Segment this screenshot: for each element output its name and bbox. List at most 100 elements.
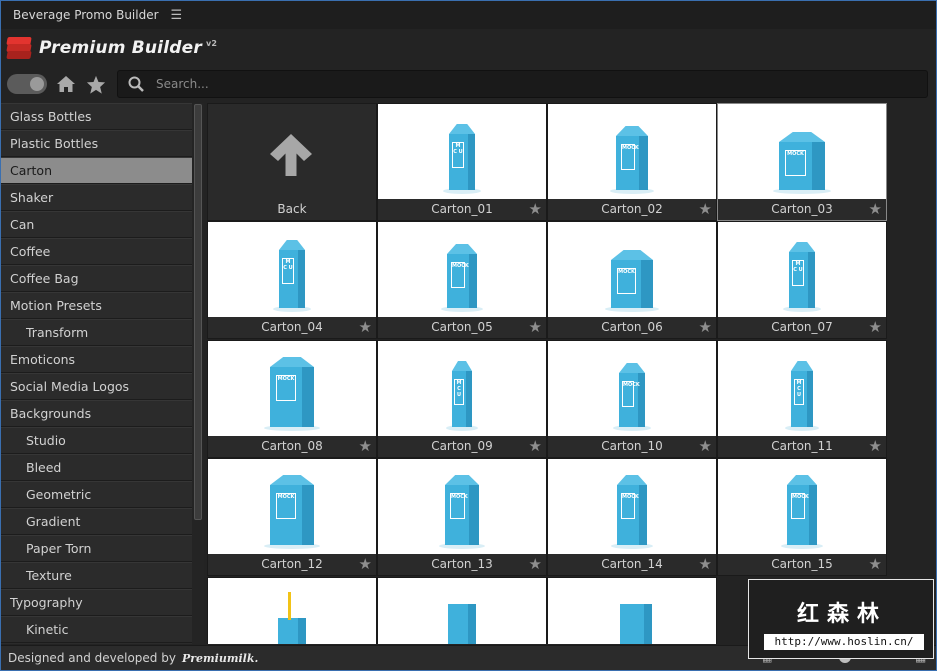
- sidebar-item-label: Backgrounds: [10, 406, 92, 421]
- sidebar-item-paper-torn[interactable]: Paper Torn: [1, 535, 192, 562]
- watermark-title: 红森林: [796, 602, 887, 627]
- sidebar-item-label: Motion Presets: [10, 298, 102, 313]
- asset-tile[interactable]: MOCK Carton_13 ★: [377, 458, 547, 576]
- asset-tile[interactable]: M C U Carton_09 ★: [377, 340, 547, 458]
- sidebar-item-carton[interactable]: Carton: [1, 157, 192, 184]
- asset-tile-label: Carton_04: [208, 317, 376, 338]
- sidebar-item-label: Coffee Bag: [10, 271, 79, 286]
- sidebar-item-label: Paper Torn: [26, 541, 92, 556]
- favorite-star-icon[interactable]: ★: [699, 200, 712, 219]
- asset-tile[interactable]: MOCK Carton_14 ★: [547, 458, 717, 576]
- star-icon[interactable]: [85, 73, 107, 95]
- favorite-star-icon[interactable]: ★: [359, 437, 372, 456]
- sidebar-item-can[interactable]: Can: [1, 211, 192, 238]
- favorite-star-icon[interactable]: ★: [529, 200, 542, 219]
- favorite-star-icon[interactable]: ★: [869, 555, 882, 574]
- watermark: 红森林 http://www.hoslin.cn/: [748, 579, 934, 659]
- carton-thumbnail: MOCK: [208, 459, 376, 554]
- favorite-star-icon[interactable]: ★: [869, 318, 882, 337]
- search-box[interactable]: [117, 70, 928, 98]
- asset-tile[interactable]: MOCK Carton_02 ★: [547, 103, 717, 221]
- carton-thumbnail: MOCK: [718, 104, 886, 199]
- favorite-star-icon[interactable]: ★: [529, 555, 542, 574]
- asset-tile-label: Carton_03: [718, 199, 886, 220]
- sidebar-item-plastic-bottles[interactable]: Plastic Bottles: [1, 130, 192, 157]
- sidebar-item-shaker[interactable]: Shaker: [1, 184, 192, 211]
- search-input[interactable]: [156, 77, 856, 91]
- asset-tile-label: Carton_09: [378, 436, 546, 457]
- asset-tile[interactable]: M C U Carton_07 ★: [717, 221, 887, 339]
- favorite-star-icon[interactable]: ★: [699, 318, 712, 337]
- asset-tile[interactable]: M C U Carton_04 ★: [207, 221, 377, 339]
- asset-tile[interactable]: MOCK Carton_06 ★: [547, 221, 717, 339]
- asset-tile[interactable]: MOCK Carton_15 ★: [717, 458, 887, 576]
- category-sidebar: Glass Bottles Plastic Bottles Carton Shaker…: [1, 103, 192, 644]
- asset-tile-partial[interactable]: [207, 577, 377, 644]
- sidebar-item-texture[interactable]: Texture: [1, 562, 192, 589]
- sidebar-item-bleed[interactable]: Bleed: [1, 454, 192, 481]
- mode-toggle[interactable]: [7, 74, 47, 94]
- toolbar: [1, 67, 936, 101]
- sidebar-scrollbar[interactable]: [194, 104, 202, 520]
- favorite-star-icon[interactable]: ★: [869, 200, 882, 219]
- asset-tile-label: Carton_08: [208, 436, 376, 457]
- search-icon: [128, 76, 144, 92]
- favorite-star-icon[interactable]: ★: [699, 555, 712, 574]
- sidebar-item-coffee[interactable]: Coffee: [1, 238, 192, 265]
- asset-tile[interactable]: MOCK Carton_12 ★: [207, 458, 377, 576]
- favorite-star-icon[interactable]: ★: [869, 437, 882, 456]
- asset-tile-partial[interactable]: [547, 577, 717, 644]
- carton-thumbnail: MOCK: [548, 104, 716, 199]
- sidebar-item-gradient[interactable]: Gradient: [1, 508, 192, 535]
- sidebar-item-label: Can: [10, 217, 35, 232]
- carton-thumbnail: M C U: [208, 222, 376, 317]
- asset-tile[interactable]: MOCK Carton_03 ★: [717, 103, 887, 221]
- favorite-star-icon[interactable]: ★: [359, 318, 372, 337]
- sidebar-item-glass-bottles[interactable]: Glass Bottles: [1, 103, 192, 130]
- asset-tile[interactable]: M C U Carton_01 ★: [377, 103, 547, 221]
- brand-name: Premium Builder v2: [39, 38, 217, 58]
- sidebar-item-typography[interactable]: Typography: [1, 589, 192, 616]
- asset-tile-label: Carton_07: [718, 317, 886, 338]
- sidebar-item-studio[interactable]: Studio: [1, 427, 192, 454]
- carton-thumbnail: M C U: [718, 222, 886, 317]
- sidebar-item-coffee-bag[interactable]: Coffee Bag: [1, 265, 192, 292]
- sidebar-item-label: Geometric: [26, 487, 92, 502]
- sidebar-item-social-media-logos[interactable]: Social Media Logos: [1, 373, 192, 400]
- home-icon[interactable]: [55, 73, 77, 95]
- window-title: Beverage Promo Builder: [13, 8, 159, 22]
- sidebar-item-label: Social Media Logos: [10, 379, 130, 394]
- hamburger-icon[interactable]: ☰: [171, 8, 183, 23]
- asset-tile[interactable]: MOCK Carton_10 ★: [547, 340, 717, 458]
- carton-thumbnail: MOCK: [548, 341, 716, 436]
- carton-thumbnail: MOCK: [718, 459, 886, 554]
- favorite-star-icon[interactable]: ★: [529, 318, 542, 337]
- sidebar-item-transform[interactable]: Transform: [1, 319, 192, 346]
- asset-tile-partial[interactable]: [377, 577, 547, 644]
- asset-tile-label: Carton_15: [718, 554, 886, 575]
- favorite-star-icon[interactable]: ★: [359, 555, 372, 574]
- carton-thumbnail: MOCK: [548, 222, 716, 317]
- watermark-url: http://www.hoslin.cn/: [764, 634, 924, 650]
- sidebar-item-backgrounds[interactable]: Backgrounds: [1, 400, 192, 427]
- asset-tile-label: Carton_13: [378, 554, 546, 575]
- asset-tile[interactable]: MOCK Carton_08 ★: [207, 340, 377, 458]
- sidebar-item-label: Emoticons: [10, 352, 76, 367]
- back-tile[interactable]: Back: [207, 103, 377, 221]
- sidebar-item-emoticons[interactable]: Emoticons: [1, 346, 192, 373]
- sidebar-item-label: Shaker: [10, 190, 54, 205]
- favorite-star-icon[interactable]: ★: [699, 437, 712, 456]
- sidebar-item-motion-presets[interactable]: Motion Presets: [1, 292, 192, 319]
- asset-tile-label: Carton_01: [378, 199, 546, 220]
- sidebar-item-label: Kinetic: [26, 622, 69, 637]
- asset-tile[interactable]: MOCK Carton_05 ★: [377, 221, 547, 339]
- favorite-star-icon[interactable]: ★: [529, 437, 542, 456]
- arrow-up-icon: [270, 134, 312, 176]
- sidebar-item-kinetic[interactable]: Kinetic: [1, 616, 192, 643]
- asset-tile[interactable]: M C U Carton_11 ★: [717, 340, 887, 458]
- carton-thumbnail: M C U: [378, 341, 546, 436]
- version-badge: v2: [205, 39, 218, 49]
- credit-text: Designed and developed by: [8, 651, 176, 665]
- sidebar-item-geometric[interactable]: Geometric: [1, 481, 192, 508]
- carton-thumbnail: MOCK: [378, 222, 546, 317]
